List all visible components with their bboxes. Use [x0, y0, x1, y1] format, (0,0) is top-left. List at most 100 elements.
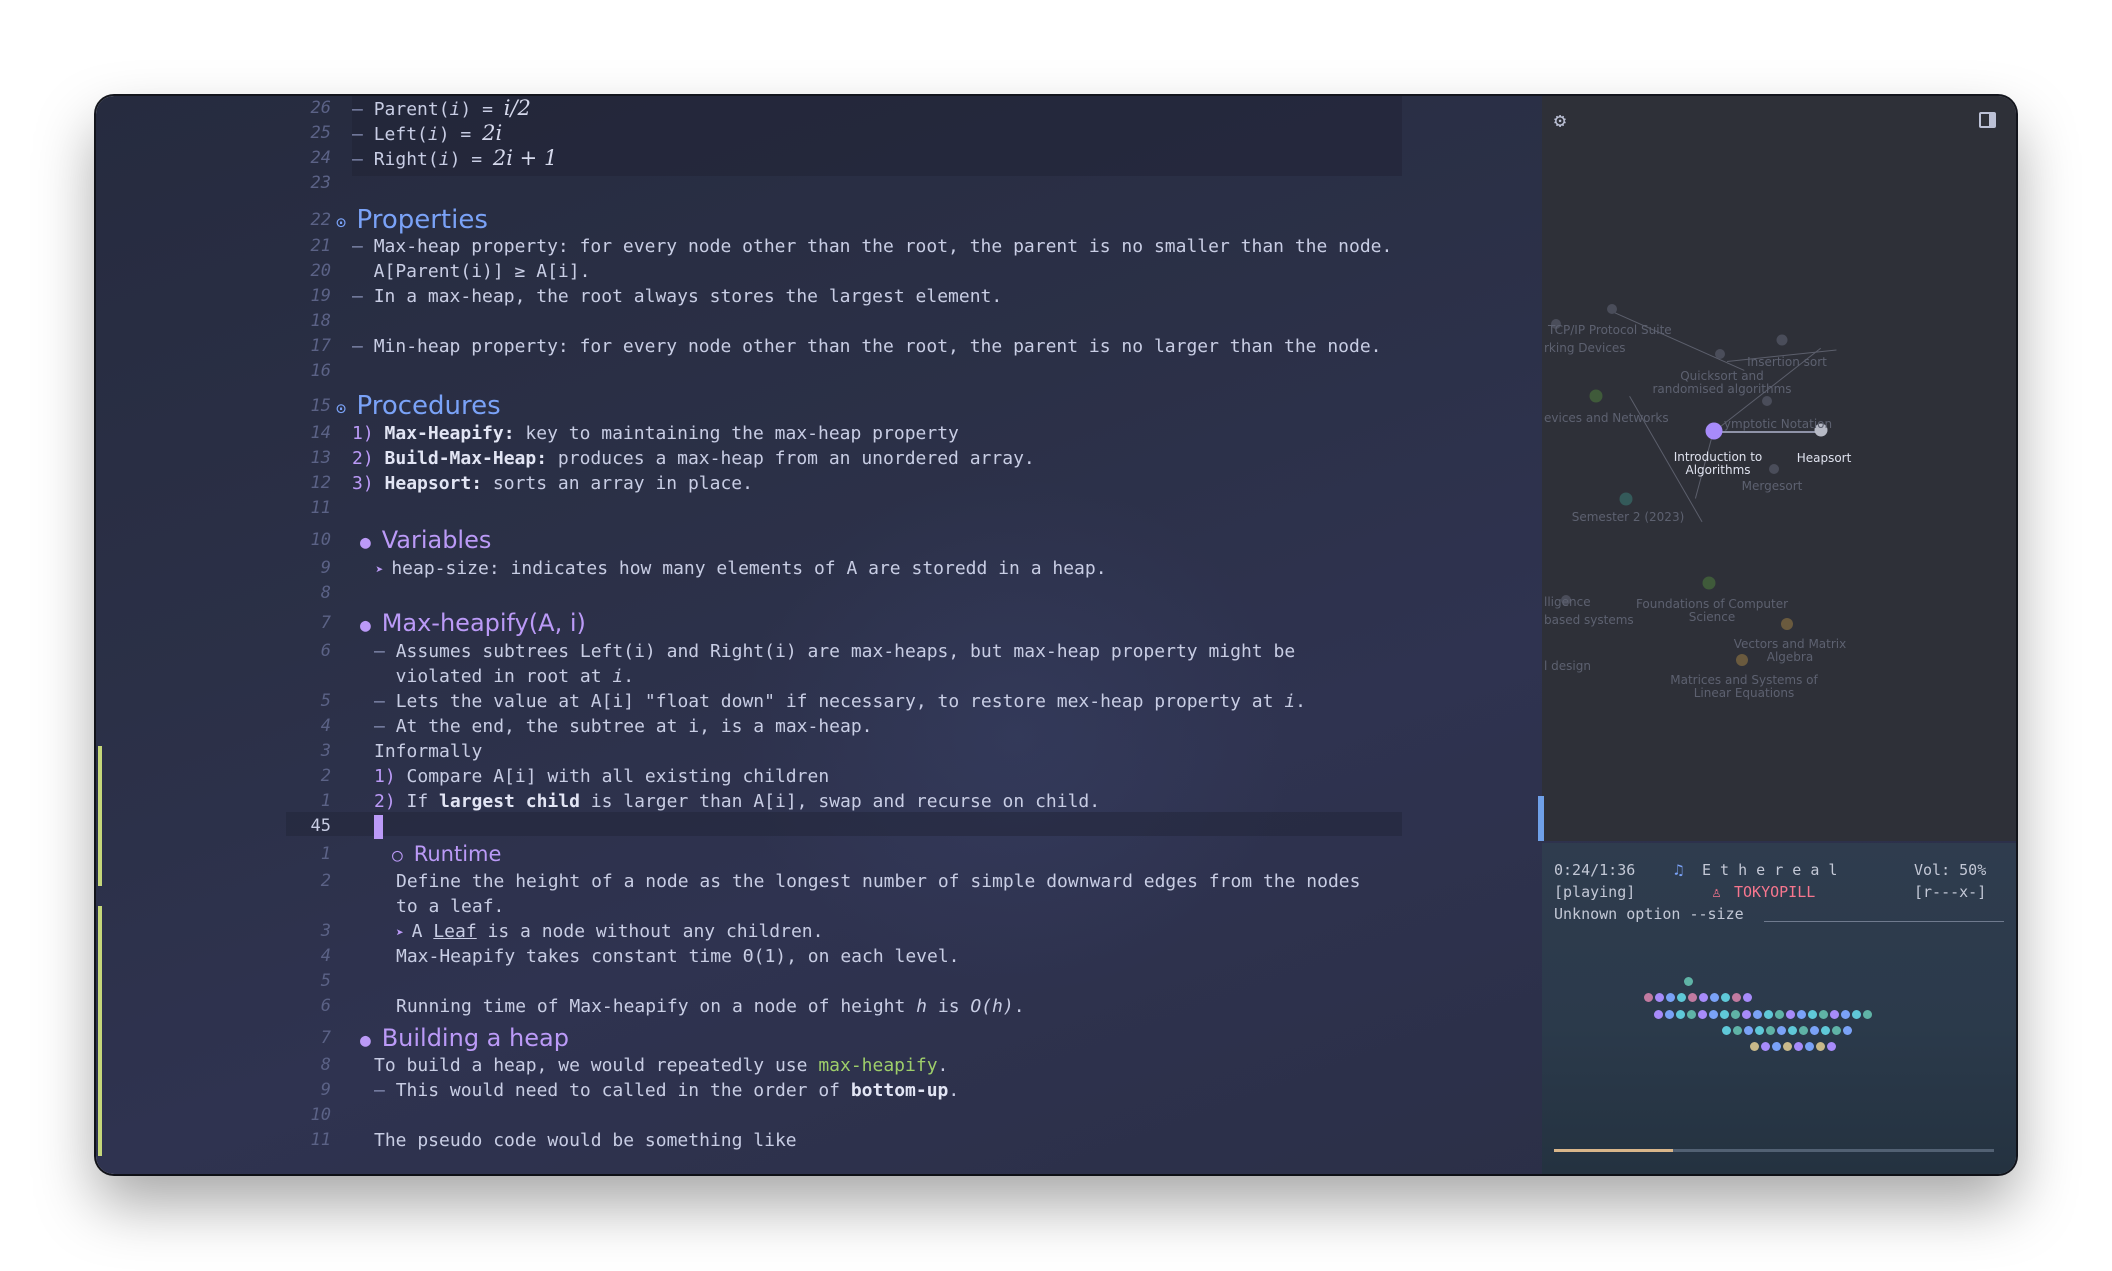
editor-line[interactable]: 26 – Parent(i) = i/2 [96, 96, 1536, 121]
graph-node[interactable] [1589, 389, 1603, 403]
editor-line-current[interactable]: 45 [96, 814, 1536, 839]
editor-line[interactable]: 6 – Assumes subtrees Left(i) and Right(i)… [96, 639, 1536, 664]
text-span: ) = [438, 124, 483, 145]
text-span: If [406, 791, 440, 812]
graph-node[interactable] [1702, 576, 1716, 590]
visualizer-dot [1830, 1010, 1839, 1019]
progress-bar[interactable] [1554, 1149, 1994, 1152]
editor-line[interactable]: 21 – Max-heap property: for every node ot… [96, 234, 1536, 259]
music-player[interactable]: 0:24/1:36 ♫ E t h e r e a l Vol: 50% [pl… [1542, 843, 2016, 1174]
visualizer-dot [1677, 993, 1686, 1002]
text-span: – [374, 716, 396, 737]
graph-node[interactable] [1769, 464, 1779, 474]
pane-divider-accent [1538, 796, 1544, 841]
text-span: – [352, 336, 374, 357]
graph-node[interactable] [1607, 304, 1617, 314]
text-span: At the end, the subtree at i, is a max-h… [395, 716, 873, 737]
line-number: 5 [320, 691, 331, 711]
text-span: A [411, 921, 434, 942]
editor-line[interactable]: 2 1) Compare A[i] with all existing child… [96, 764, 1536, 789]
sidebar-toggle-icon[interactable] [1979, 112, 1996, 128]
text-span: – [352, 124, 374, 145]
line-content: – In a max-heap, the root always stores … [352, 284, 1002, 309]
text-cursor [374, 815, 383, 839]
text-span: Running time of Max-heapify on a node of… [396, 996, 917, 1017]
editor-line[interactable]: 6 Running time of Max-heapify on a node o… [96, 994, 1536, 1019]
graph-label: Vectors and Matrix Algebra [1733, 637, 1847, 664]
line-number: 21 [310, 236, 331, 256]
volume-readout[interactable]: Vol: 50% [1914, 861, 1986, 879]
line-number: 9 [320, 1080, 331, 1100]
editor-line[interactable]: 13 2) Build-Max-Heap: produces a max-heap… [96, 446, 1536, 471]
gear-icon[interactable]: ⚙ [1554, 108, 1566, 132]
editor-line[interactable]: 5 [96, 969, 1536, 994]
editor-line[interactable]: to a leaf. [96, 894, 1536, 919]
line-content: to a leaf. [396, 894, 504, 919]
text-span: Build-Max-Heap: [384, 448, 548, 469]
graph-view[interactable]: ⚙ TCP/IP Protocol Suite rking Devices In… [1542, 96, 2016, 841]
editor-line[interactable]: 7 ● Max-heapify(A, i) [96, 611, 1536, 637]
editor-line[interactable]: 8 To build a heap, we would repeatedly us… [96, 1053, 1536, 1078]
visualizer-dot [1788, 1026, 1797, 1035]
editor-line[interactable]: 4 Max-Heapify takes constant time Θ(1), o… [96, 944, 1536, 969]
editor-line[interactable]: 8 [96, 581, 1536, 606]
line-number: 8 [320, 583, 331, 603]
editor-line[interactable]: 9 ➤ heap-size: indicates how many elemen… [96, 556, 1536, 581]
editor-line[interactable]: 17 – Min-heap property: for every node ot… [96, 334, 1536, 359]
editor-line[interactable]: 24 – Right(i) = 2i + 1 [96, 146, 1536, 171]
editor-pane[interactable]: 26– Parent(i) = i/2 25– Left(i) = 2i 24 – R… [96, 96, 1536, 1174]
line-content: 2) Build-Max-Heap: produces a max-heap f… [352, 446, 1035, 471]
editor-line[interactable]: 14 1) Max-Heapify: key to maintaining the… [96, 421, 1536, 446]
line-number: 45 [310, 816, 331, 836]
visualizer-dot [1852, 1010, 1861, 1019]
visualizer-dot [1710, 993, 1719, 1002]
text-span: . [937, 1055, 949, 1076]
line-number: 23 [310, 173, 331, 193]
editor-line[interactable]: 12 3) Heapsort: sorts an array in place. [96, 471, 1536, 496]
editor-line[interactable]: 3 ➤ A Leaf is a node without any children… [96, 919, 1536, 944]
editor-line[interactable]: 5 – Lets the value at A[i] "float down" i… [96, 689, 1536, 714]
graph-node[interactable] [1619, 492, 1633, 506]
graph-node[interactable] [1715, 349, 1725, 359]
text-span: Lets the value at A[i] "float down" if n… [395, 691, 1285, 712]
editor-line[interactable]: 19 – In a max-heap, the root always store… [96, 284, 1536, 309]
editor-line[interactable]: 10 ● Variables [96, 528, 1536, 554]
editor-line[interactable]: 23 [96, 171, 1536, 196]
graph-node[interactable] [1776, 334, 1788, 346]
editor-line[interactable]: 9 – This would need to called in the orde… [96, 1078, 1536, 1103]
editor-line[interactable]: 3 Informally [96, 739, 1536, 764]
editor-line[interactable]: 11 [96, 496, 1536, 521]
text-span: largest child [439, 791, 580, 812]
line-content: – Right(i) = 2i + 1 [352, 146, 557, 172]
editor-line[interactable]: 22 ⊙ Properties [96, 205, 1536, 235]
line-content [374, 814, 383, 839]
visualizer-dot [1750, 1042, 1759, 1051]
line-number: 10 [310, 530, 331, 550]
editor-line[interactable]: 11 The pseudo code would be something lik… [96, 1128, 1536, 1153]
graph-node[interactable] [1762, 396, 1772, 406]
editor-line[interactable]: 1 ○ Runtime [96, 842, 1536, 867]
editor-line[interactable]: 7 ● Building a heap [96, 1026, 1536, 1052]
user-icon: ♙ [1712, 883, 1722, 901]
graph-edge-highlight [1714, 431, 1821, 433]
music-note-icon: ♫ [1674, 861, 1684, 879]
line-number: 1 [320, 844, 331, 864]
editor-line[interactable]: 20 A[Parent(i)] ≥ A[i]. [96, 259, 1536, 284]
text-span: – [352, 149, 374, 170]
text-span: i [438, 149, 450, 170]
line-number: 24 [310, 148, 331, 168]
editor-line[interactable]: 15 ⊙ Procedures [96, 393, 1536, 419]
visualizer-dot [1843, 1026, 1852, 1035]
editor-line[interactable]: 18 [96, 309, 1536, 334]
text-span: i [1284, 691, 1296, 712]
editor-line[interactable]: 4 – At the end, the subtree at i, is a ma… [96, 714, 1536, 739]
editor-line[interactable]: 16 [96, 359, 1536, 384]
line-content: – Min-heap property: for every node othe… [352, 334, 1382, 359]
graph-node-active[interactable] [1705, 422, 1723, 440]
editor-line[interactable]: violated in root at i. [96, 664, 1536, 689]
text-span: Properties [356, 205, 488, 235]
editor-line[interactable]: 25 – Left(i) = 2i [96, 121, 1536, 146]
editor-line[interactable]: 2 Define the height of a node as the long… [96, 869, 1536, 894]
editor-line[interactable]: 10 [96, 1103, 1536, 1128]
editor-line[interactable]: 1 2) If largest child is larger than A[i]… [96, 789, 1536, 814]
